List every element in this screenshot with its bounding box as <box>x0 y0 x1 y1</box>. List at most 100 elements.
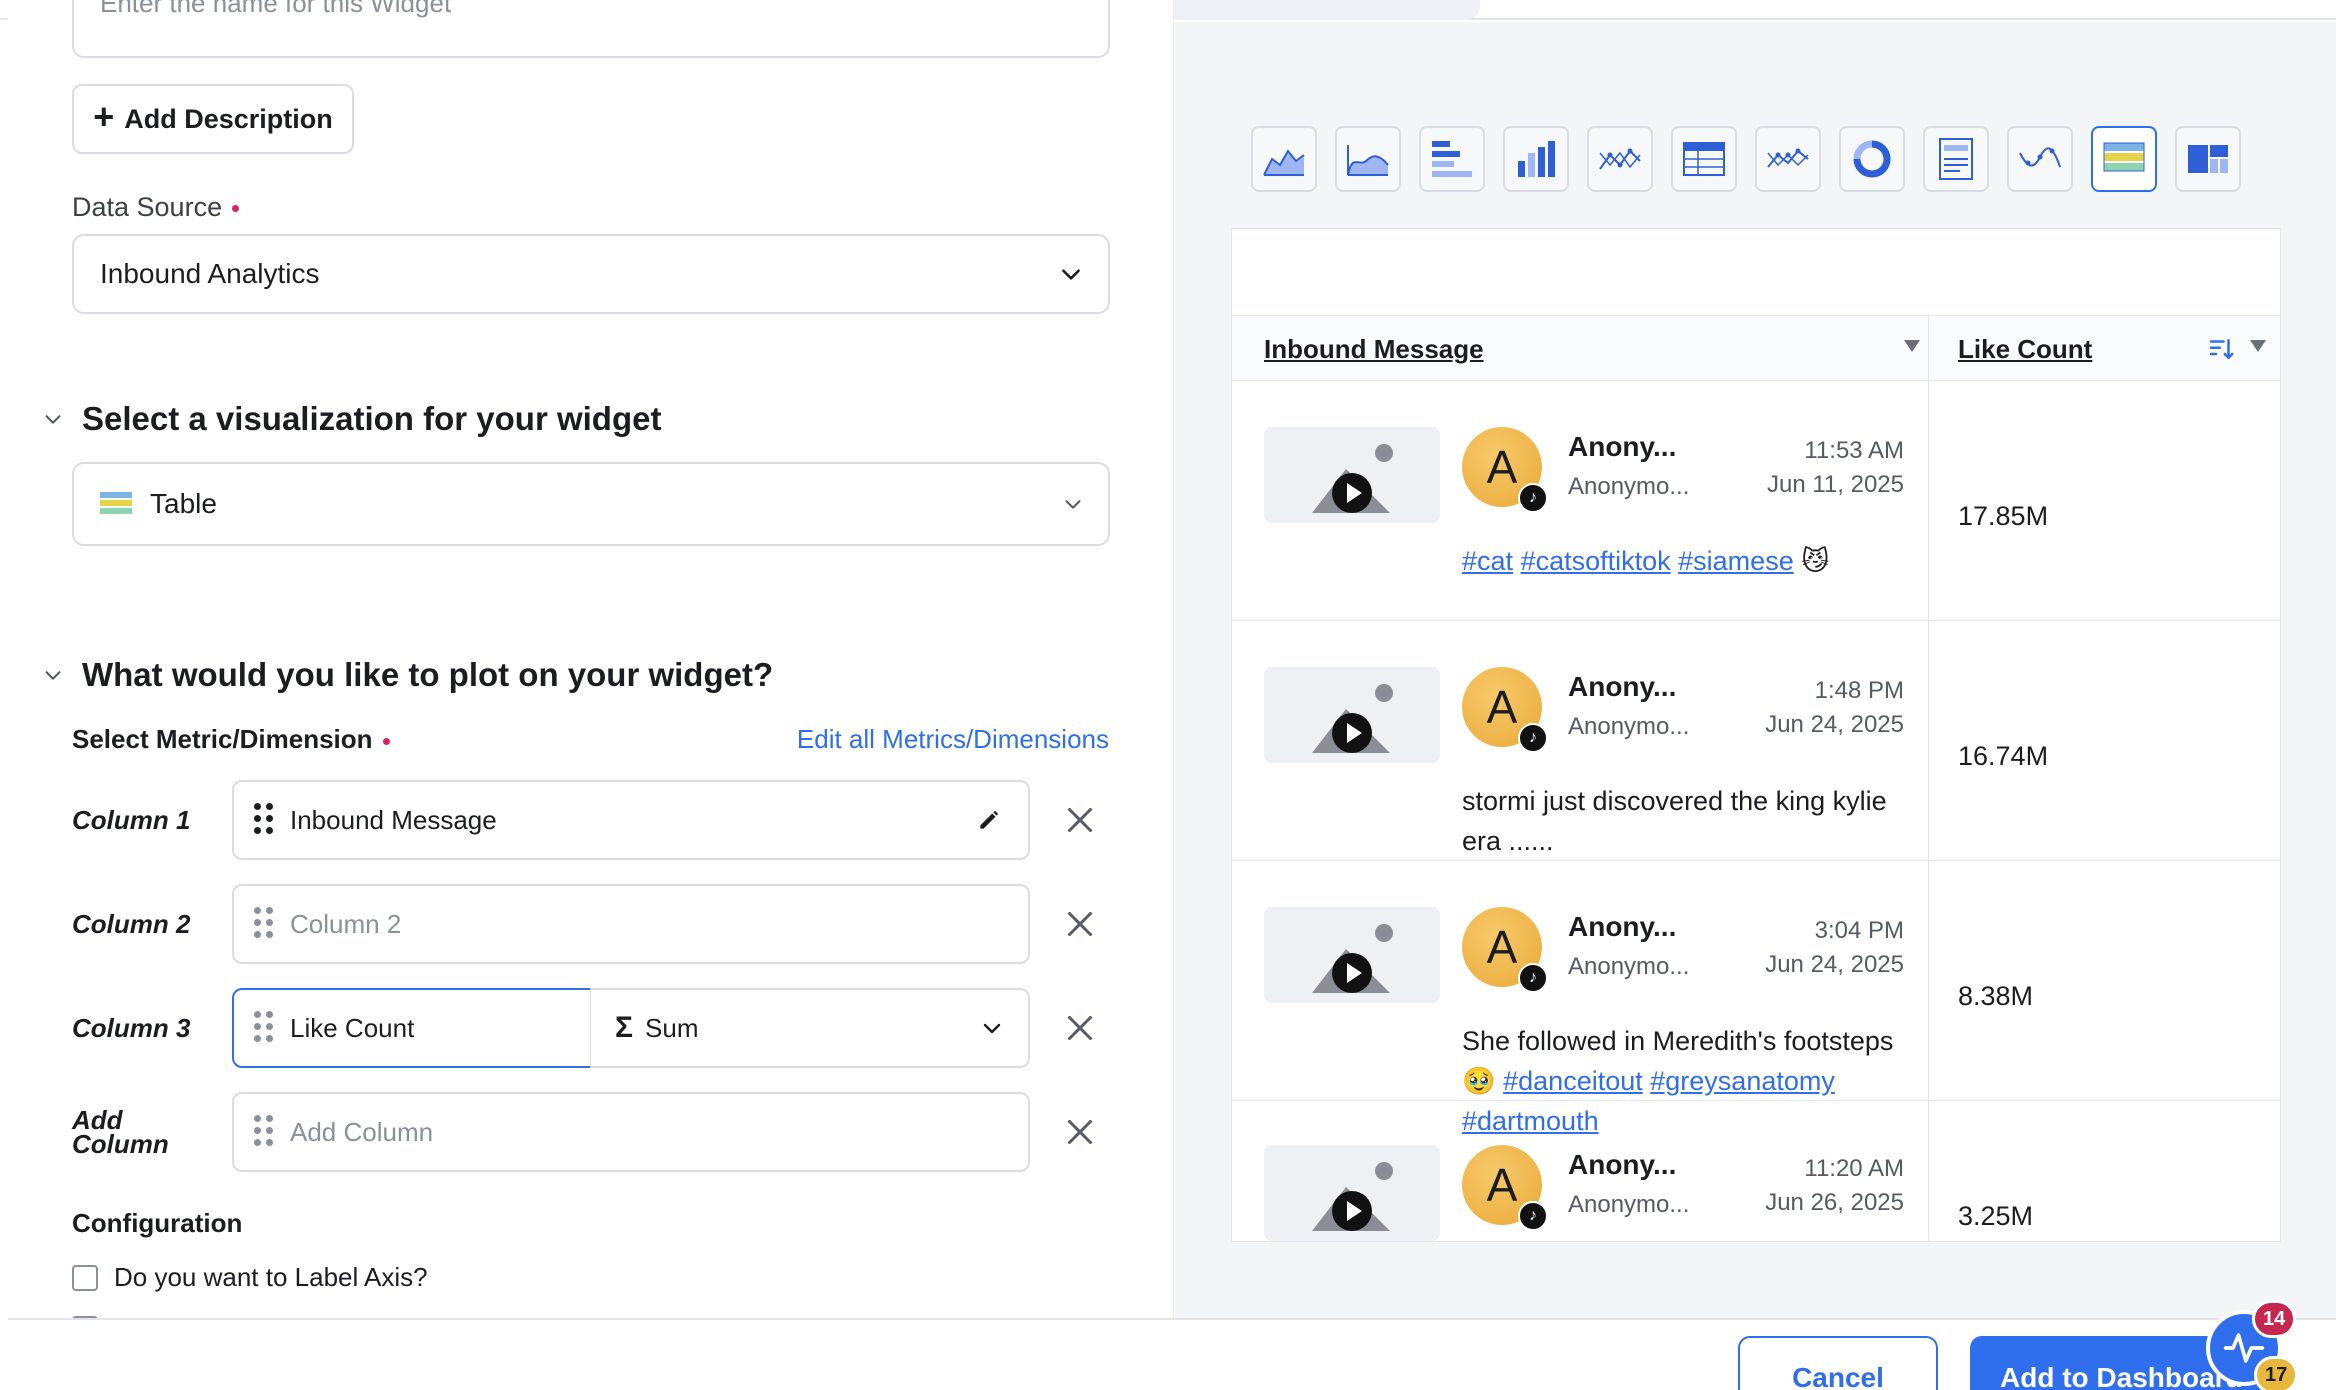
add-column-field[interactable]: Add Column <box>232 1092 1030 1172</box>
text-card-icon <box>1939 138 1973 180</box>
drag-handle-icon[interactable] <box>254 803 274 837</box>
video-thumbnail[interactable] <box>1264 667 1440 763</box>
viz-treemap-button[interactable] <box>2175 126 2241 192</box>
avatar-letter: A <box>1486 1159 1518 1211</box>
pivot-table-icon <box>1683 142 1725 176</box>
viz-section-toggle[interactable]: Select a visualization for your widget <box>42 400 661 438</box>
caret-down-icon[interactable] <box>2250 340 2266 352</box>
drag-handle-icon[interactable] <box>254 907 274 941</box>
label-axis-option[interactable]: Do you want to Label Axis? <box>72 1262 428 1293</box>
treemap-icon <box>2188 145 2228 173</box>
aggregation-select[interactable]: Σ Sum <box>590 988 1030 1068</box>
like-count-value: 3.25M <box>1958 1201 2034 1231</box>
table-row[interactable]: A ♪ Anony... Anonymo... 11:53 AM Jun 11, 2025… <box>1232 381 2280 621</box>
hashtag-link[interactable]: #cat <box>1462 546 1513 576</box>
message-date: Jun 26, 2025 <box>1765 1189 1904 1216</box>
viz-donut-button[interactable] <box>1839 126 1905 192</box>
image-placeholder-icon <box>1312 444 1393 513</box>
sigma-icon: Σ <box>615 1011 634 1044</box>
drag-handle-icon[interactable] <box>254 1115 274 1149</box>
area-chart-icon <box>1263 149 1305 176</box>
visualization-value: Table <box>150 488 217 519</box>
data-source-value: Inbound Analytics <box>100 258 320 289</box>
visualization-select[interactable]: Table <box>72 462 1110 546</box>
widget-name-input[interactable]: Enter the name for this Widget <box>72 0 1110 58</box>
tiktok-icon: ♪ <box>1518 1201 1548 1231</box>
hashtag-link[interactable]: #greysanatomy <box>1650 1066 1835 1096</box>
configuration-title: Configuration <box>72 1208 243 1238</box>
table-row[interactable]: A ♪ Anony... Anonymo... 3:04 PM Jun 24, 2025 S… <box>1232 861 2280 1136</box>
remove-add-column-icon[interactable] <box>1062 1114 1098 1150</box>
tiktok-icon: ♪ <box>1518 963 1548 993</box>
table-icon <box>2103 142 2145 172</box>
viz-pivot-table-button[interactable] <box>1671 126 1737 192</box>
label-axis-checkbox[interactable] <box>72 1264 98 1291</box>
column-3-input[interactable]: Like Count <box>232 988 592 1068</box>
add-column-label-line2: Column <box>72 1129 169 1159</box>
caret-down-icon[interactable] <box>1904 340 1920 352</box>
viz-spline-area-button[interactable] <box>1335 126 1401 192</box>
header-like-count[interactable]: Like Count <box>1958 316 2092 382</box>
author-name[interactable]: Anony... <box>1568 911 1676 943</box>
sort-icon[interactable] <box>2206 334 2236 364</box>
viz-spline-button[interactable] <box>2007 126 2073 192</box>
widget-config-panel: Enter the name for this Widget + Add Des… <box>8 0 1174 1318</box>
remove-column-1-icon[interactable] <box>1062 802 1098 838</box>
hashtag-link[interactable]: #catsoftiktok <box>1521 546 1671 576</box>
like-count-value: 8.38M <box>1958 981 2034 1011</box>
viz-scatter-button[interactable] <box>1587 126 1653 192</box>
chevron-down-icon <box>983 1023 1001 1034</box>
drag-handle-icon[interactable] <box>254 1011 274 1045</box>
data-source-select[interactable]: Inbound Analytics <box>72 234 1110 314</box>
video-thumbnail[interactable] <box>1264 1145 1440 1241</box>
message-date: Jun 24, 2025 <box>1765 711 1904 738</box>
cancel-button[interactable]: Cancel <box>1738 1336 1938 1390</box>
avatar: A ♪ <box>1462 667 1548 753</box>
notification-badge-yellow: 17 <box>2254 1356 2299 1390</box>
column-1-label: Column 1 <box>72 805 191 835</box>
viz-text-card-button[interactable] <box>1923 126 1989 192</box>
hashtag-link[interactable]: #danceitout <box>1503 1066 1643 1096</box>
author-name[interactable]: Anony... <box>1568 671 1676 703</box>
viz-line-points-button[interactable] <box>1755 126 1821 192</box>
preview-panel: Inbound Message Like Count A ♪ Anony... Ano… <box>1175 22 2336 1318</box>
chevron-down-icon <box>45 415 61 424</box>
chevron-down-icon <box>1065 500 1081 509</box>
table-icon <box>100 492 132 514</box>
like-count-value: 17.85M <box>1958 501 2049 531</box>
table-row[interactable]: A ♪ Anony... Anonymo... 1:48 PM Jun 24, 2025 s… <box>1232 621 2280 861</box>
column-3-value: Like Count <box>290 1012 415 1043</box>
video-thumbnail[interactable] <box>1264 427 1440 523</box>
viz-column-button[interactable] <box>1503 126 1569 192</box>
column-1-field[interactable]: Inbound Message <box>232 780 1030 860</box>
remove-column-2-icon[interactable] <box>1062 906 1098 942</box>
message-fragment <box>1513 546 1521 576</box>
pencil-icon[interactable] <box>976 807 1002 833</box>
message-time: 11:53 AM <box>1804 437 1904 464</box>
top-tab-indicator <box>1122 0 1480 20</box>
hashtag-link[interactable]: #siamese <box>1678 546 1794 576</box>
metric-dimension-label: Select Metric/Dimension <box>72 724 390 755</box>
tiktok-icon: ♪ <box>1518 723 1548 753</box>
viz-horizontal-bar-button[interactable] <box>1419 126 1485 192</box>
column-2-field[interactable]: Column 2 <box>232 884 1030 964</box>
required-dot <box>232 205 240 213</box>
table-row[interactable]: A ♪ Anony... Anonymo... 11:20 AM Jun 26, 2025… <box>1232 1101 2280 1241</box>
column-3-field: Like Count Σ Sum <box>232 988 1030 1068</box>
video-thumbnail[interactable] <box>1264 907 1440 1003</box>
add-description-label: Add Description <box>124 103 333 134</box>
edit-metrics-link[interactable]: Edit all Metrics/Dimensions <box>797 724 1109 755</box>
remove-column-3-icon[interactable] <box>1062 1010 1098 1046</box>
author-handle: Anonymo... <box>1568 953 1690 980</box>
viz-area-button[interactable] <box>1251 126 1317 192</box>
column-2-placeholder: Column 2 <box>290 908 402 939</box>
message-time: 11:20 AM <box>1804 1155 1904 1182</box>
plot-section-title: What would you like to plot on your widg… <box>82 656 774 693</box>
author-name[interactable]: Anony... <box>1568 1149 1676 1181</box>
viz-table-button[interactable] <box>2091 126 2157 192</box>
chevron-down-icon <box>45 671 61 680</box>
plot-section-toggle[interactable]: What would you like to plot on your widg… <box>42 656 773 694</box>
header-inbound-message[interactable]: Inbound Message <box>1264 316 1484 382</box>
author-name[interactable]: Anony... <box>1568 431 1676 463</box>
add-description-button[interactable]: + Add Description <box>72 84 354 154</box>
